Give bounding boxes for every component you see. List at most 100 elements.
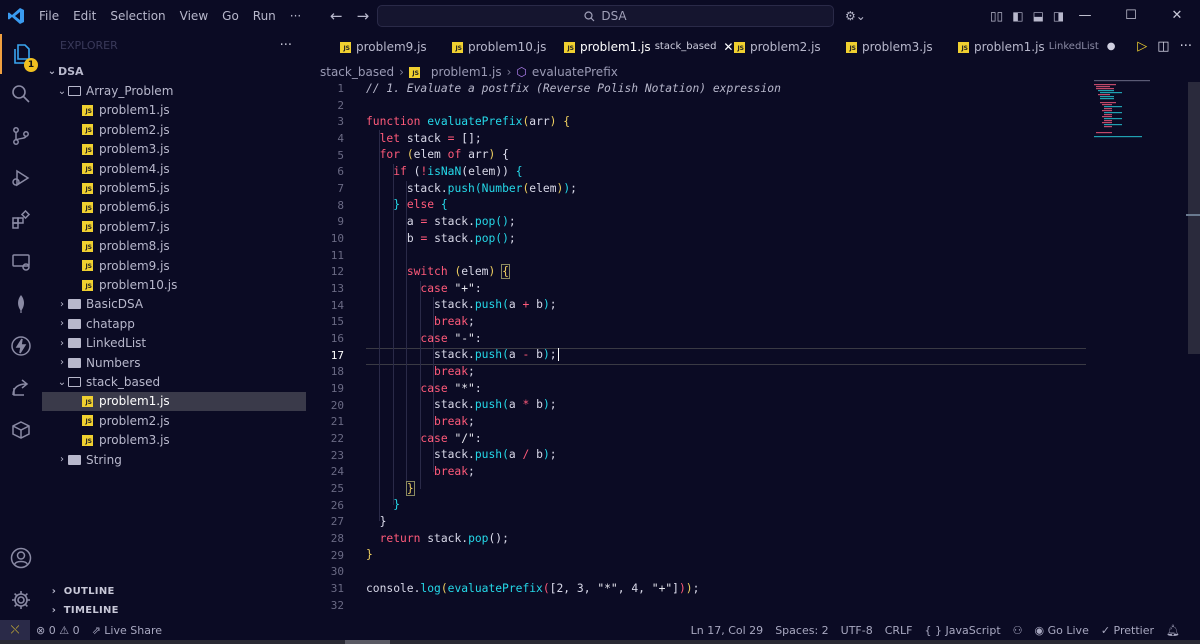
menu-view[interactable]: View (173, 0, 215, 32)
more-actions-icon[interactable]: ··· (1180, 39, 1192, 54)
code-line: break; (434, 465, 475, 478)
source-control-icon[interactable] (0, 116, 42, 156)
folder-icon (68, 357, 81, 368)
scrollbar-thumb[interactable] (1188, 82, 1200, 354)
minimap-preview (1094, 80, 1150, 138)
tab-problem10[interactable]: JS problem10.js (418, 32, 546, 61)
folder-array-problem[interactable]: ⌄ Array_Problem (42, 81, 306, 100)
extensions-icon[interactable] (0, 200, 42, 240)
folder-stack-based[interactable]: ⌄ stack_based (42, 372, 306, 391)
account-icon[interactable] (0, 538, 42, 578)
code-line: a = stack.pop(); (406, 215, 516, 228)
outline-section[interactable]: › OUTLINE (42, 582, 306, 601)
encoding[interactable]: UTF-8 (835, 624, 879, 637)
extension-status-icon[interactable]: ⚇ (1007, 624, 1029, 637)
maximize-button[interactable]: ☐ (1108, 0, 1154, 32)
indentation[interactable]: Spaces: 2 (769, 624, 834, 637)
split-editor-icon[interactable]: ◫ (1157, 39, 1169, 54)
file-item[interactable]: JS problem4.js (42, 159, 306, 178)
menu-file[interactable]: File (32, 0, 66, 32)
folder-item[interactable]: › BasicDSA (42, 295, 306, 314)
live-share-icon[interactable] (0, 368, 42, 408)
breadcrumb-file[interactable]: problem1.js (431, 65, 502, 79)
menu-selection[interactable]: Selection (103, 0, 172, 32)
explorer-sidebar: EXPLORER ··· ⌄ DSA ⌄ Array_Problem JS problem… (42, 32, 306, 620)
file-label: problem6.js (99, 200, 170, 215)
file-item[interactable]: JS problem3.js (42, 431, 306, 450)
code-line: } (405, 481, 415, 496)
forward-arrow-icon[interactable]: → (357, 0, 370, 32)
folder-open-icon (68, 86, 81, 97)
file-item[interactable]: JS problem1.js (42, 391, 306, 412)
tab-problem1-stack_based[interactable]: JS problem1.js stack_based ✕ (530, 32, 733, 61)
horizontal-scrollbar[interactable] (0, 640, 1200, 644)
thunder-client-icon[interactable] (0, 326, 42, 366)
back-arrow-icon[interactable]: ← (330, 0, 343, 32)
js-file-icon: JS (82, 279, 93, 291)
breadcrumb-folder[interactable]: stack_based (320, 65, 394, 79)
search-icon[interactable] (0, 74, 42, 114)
file-item[interactable]: JS problem2.js (42, 411, 306, 430)
menu-run[interactable]: Run (246, 0, 283, 32)
timeline-label: TIMELINE (63, 605, 119, 616)
menu-edit[interactable]: Edit (66, 0, 103, 32)
file-item[interactable]: JS problem7.js (42, 217, 306, 236)
settings-gear-icon[interactable] (0, 580, 42, 620)
folder-item[interactable]: › Numbers (42, 353, 306, 372)
file-item[interactable]: JS problem1.js (42, 101, 306, 120)
folder-dsa[interactable]: ⌄ DSA (42, 62, 306, 81)
folder-item[interactable]: › chatapp (42, 314, 306, 333)
toggle-sidebar-icon[interactable]: ◧ (1012, 0, 1023, 32)
explorer-icon[interactable]: 1 (0, 34, 42, 74)
file-item[interactable]: JS problem3.js (42, 140, 306, 159)
unsaved-dot-icon[interactable]: ● (1107, 41, 1116, 52)
code-editor[interactable]: 1 2 3 4 5 6 7 8 9 10 11 12 13 14 15 16 17 18 19 20 21 22 23 24 2… (306, 82, 1186, 620)
js-file-icon: JS (82, 240, 93, 252)
run-code-icon[interactable]: ▷ (1137, 39, 1147, 54)
file-item[interactable]: JS problem5.js (42, 178, 306, 197)
minimap[interactable] (1092, 78, 1186, 148)
menu-more[interactable]: ··· (283, 0, 308, 32)
folder-open-icon (68, 377, 81, 388)
folder-icon (68, 454, 81, 465)
breadcrumb-chevron-icon: › (506, 65, 512, 79)
problems-indicator[interactable]: ⊗ 0 ⚠ 0 (30, 624, 86, 637)
remote-explorer-icon[interactable] (0, 242, 42, 282)
file-item[interactable]: JS problem10.js (42, 275, 306, 294)
tab-problem3[interactable]: JS problem3.js (812, 32, 933, 61)
tab-problem1-linkedlist[interactable]: JS problem1.js LinkedList ● (924, 32, 1116, 61)
folder-string[interactable]: › String (42, 450, 306, 469)
go-live-button[interactable]: ◉ Go Live (1029, 624, 1095, 637)
minimize-button[interactable]: — (1062, 0, 1108, 32)
tab-problem9[interactable]: JS problem9.js (306, 32, 427, 61)
notifications-bell-icon[interactable]: 🔔︎ (1160, 624, 1186, 637)
customize-layout-icon[interactable]: ▯▯ (990, 0, 1003, 32)
timeline-section[interactable]: › TIMELINE (42, 601, 306, 620)
tab-label: problem1.js (974, 39, 1045, 54)
cursor-position[interactable]: Ln 17, Col 29 (685, 624, 770, 637)
toggle-panel-icon[interactable]: ⬓ (1033, 0, 1044, 32)
folder-item[interactable]: › LinkedList (42, 334, 306, 353)
prettier-status[interactable]: ✓ Prettier (1095, 624, 1160, 637)
command-center-search[interactable]: DSA (377, 5, 834, 27)
line-number: 17 (330, 348, 344, 362)
menu-go[interactable]: Go (215, 0, 246, 32)
close-window-button[interactable]: ✕ (1154, 0, 1200, 32)
containers-icon[interactable] (0, 410, 42, 450)
file-item[interactable]: JS problem9.js (42, 256, 306, 275)
tab-problem2[interactable]: JS problem2.js (700, 32, 821, 61)
horizontal-scroll-thumb[interactable] (345, 640, 390, 644)
live-share-status[interactable]: ⇗ Live Share (86, 624, 168, 637)
run-debug-icon[interactable] (0, 158, 42, 198)
mongodb-leaf-icon[interactable] (0, 284, 42, 324)
language-mode[interactable]: { } JavaScript (919, 624, 1007, 637)
file-item[interactable]: JS problem6.js (42, 198, 306, 217)
remote-indicator-icon[interactable]: ⤬ (0, 620, 30, 640)
editor-scrollbar[interactable] (1186, 82, 1200, 620)
explorer-more-button[interactable]: ··· (280, 38, 292, 53)
end-of-line[interactable]: CRLF (879, 624, 919, 637)
file-item[interactable]: JS problem2.js (42, 120, 306, 139)
breadcrumb-symbol[interactable]: evaluatePrefix (532, 65, 618, 79)
copilot-icon[interactable]: ⚙⌄ (845, 0, 866, 32)
file-item[interactable]: JS problem8.js (42, 237, 306, 256)
